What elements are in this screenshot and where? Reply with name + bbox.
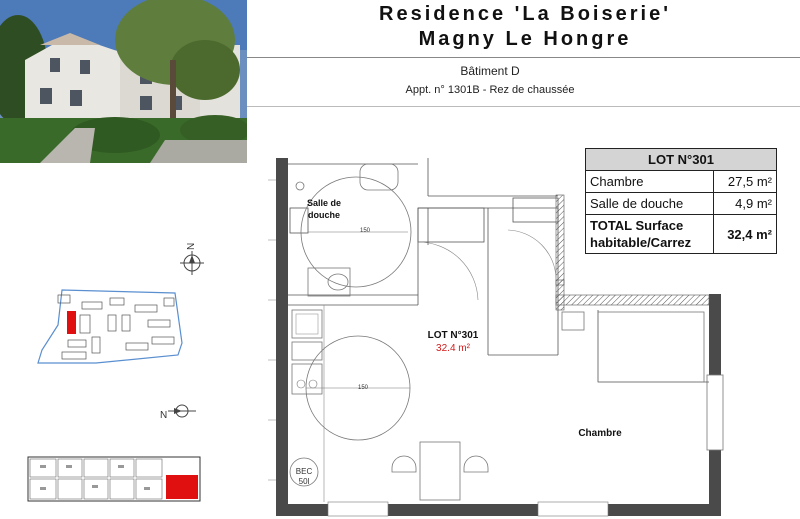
north-label-2: N (160, 410, 167, 421)
north-arrow-icon-2 (168, 404, 196, 418)
water-heater-label-line2: 50l (298, 477, 310, 486)
left-wall (276, 158, 288, 516)
water-heater-label-line1: BEC (295, 467, 313, 476)
window (706, 374, 724, 451)
lot-area: 32.4 m² (436, 343, 470, 354)
building-block-plan (27, 456, 201, 502)
north-label-1: N (186, 243, 197, 250)
site-plan: N N (27, 243, 204, 502)
city-title: Magny Le Hongre (418, 28, 632, 50)
dimension-label-1: 150 (360, 228, 371, 234)
bathroom-label-line1: Salle de (306, 198, 342, 208)
building-label: Bâtiment D (460, 64, 520, 78)
lot-highlight (166, 475, 198, 499)
residence-title: Residence 'La Boiserie' (379, 3, 671, 25)
bathroom-label-line2: douche (307, 210, 340, 220)
residence-photo (0, 0, 247, 163)
bathroom-label: Salle de douche (298, 197, 350, 221)
north-arrow-icon (180, 251, 204, 275)
water-heater-label: BEC 50l (290, 467, 318, 487)
header-divider-2 (247, 106, 800, 107)
lot-label: LOT N°301 (427, 330, 479, 341)
bedroom-label: Chambre (578, 428, 622, 439)
dimension-label-2: 150 (358, 385, 369, 391)
header-divider (247, 57, 800, 58)
building-d-highlight (67, 311, 76, 334)
apartment-label: Appt. n° 1301B - Rez de chaussée (405, 84, 575, 96)
